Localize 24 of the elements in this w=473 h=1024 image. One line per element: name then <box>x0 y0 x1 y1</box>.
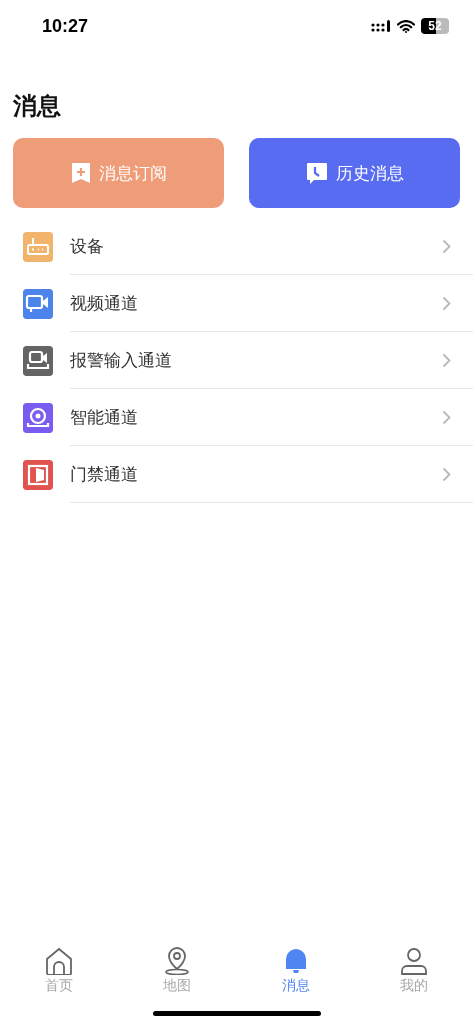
chevron-right-icon <box>442 466 451 482</box>
wifi-icon <box>397 19 415 33</box>
menu-item[interactable]: 设备 <box>70 234 442 258</box>
home-icon <box>45 947 74 975</box>
tab-item[interactable]: 消息 <box>236 947 355 995</box>
page-title: 消息 <box>13 91 62 122</box>
chevron-right-icon <box>442 295 451 311</box>
person-icon <box>399 947 428 975</box>
menu-item[interactable]: 视频通道 <box>70 291 442 315</box>
menu-item[interactable]: 智能通道 <box>70 405 442 429</box>
chevron-right-icon <box>442 409 451 425</box>
menu-item[interactable]: 报警输入通道 <box>70 348 442 372</box>
tab-item[interactable]: 我的 <box>354 947 473 995</box>
signal-icon <box>371 20 391 32</box>
chevron-right-icon <box>442 352 451 368</box>
bookmark-plus-icon <box>70 162 91 184</box>
tab-item[interactable]: 首页 <box>0 947 119 995</box>
tab-item[interactable]: 地图 <box>118 947 237 995</box>
menu-item[interactable]: 门禁通道 <box>70 462 442 486</box>
map-pin-icon <box>163 947 192 975</box>
status-time: 10:27 <box>42 15 90 37</box>
clock-chat-icon <box>305 162 328 184</box>
chevron-right-icon <box>442 238 451 254</box>
action-button[interactable]: 历史消息 <box>249 138 460 208</box>
